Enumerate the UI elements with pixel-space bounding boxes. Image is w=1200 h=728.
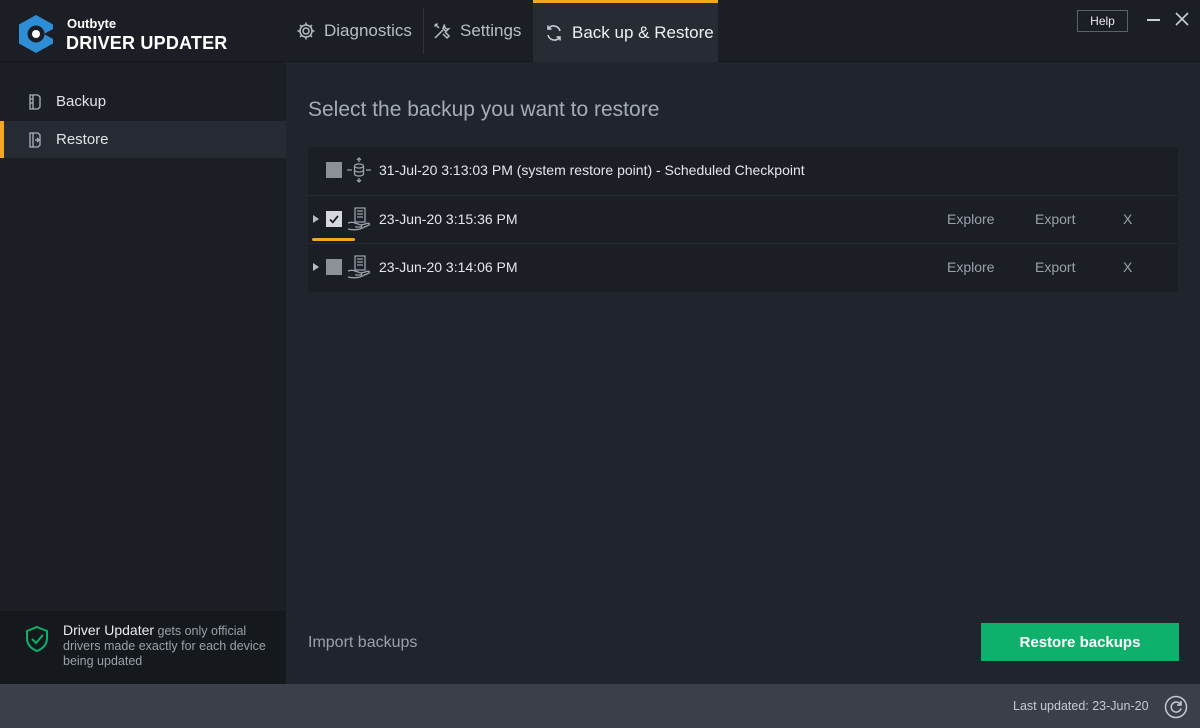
- outbyte-logo-icon: [19, 15, 53, 53]
- tab-backup-restore[interactable]: Back up & Restore: [533, 0, 718, 62]
- tools-icon: [432, 21, 452, 41]
- promo-text: Driver Updater gets only official driver…: [63, 623, 273, 669]
- tab-diagnostics-label: Diagnostics: [324, 21, 412, 40]
- backup-row[interactable]: 23-Jun-20 3:15:36 PM Explore Export X: [308, 195, 1178, 243]
- sidebar-item-backup-label: Backup: [56, 93, 107, 110]
- backup-label: 31-Jul-20 3:13:03 PM (system restore poi…: [379, 162, 805, 178]
- tab-backup-restore-label: Back up & Restore: [572, 22, 714, 42]
- driver-backup-icon: [347, 207, 371, 231]
- backup-row-restore-point[interactable]: 31-Jul-20 3:13:03 PM (system restore poi…: [308, 147, 1178, 195]
- sidebar-item-restore[interactable]: Restore: [0, 121, 286, 158]
- sidebar: Backup Restore Driver Updater gets only …: [0, 62, 286, 684]
- brand-name-big: DRIVER UPDATER: [66, 33, 228, 53]
- sync-icon: [544, 23, 564, 43]
- page-title: Select the backup you want to restore: [308, 98, 660, 121]
- app-logo: Outbyte DRIVER UPDATER: [16, 12, 276, 54]
- backup-label: 23-Jun-20 3:14:06 PM: [379, 259, 518, 275]
- last-updated-text: Last updated: 23-Jun-20: [1013, 699, 1149, 713]
- minimize-button[interactable]: [1145, 10, 1163, 28]
- restore-icon: [26, 131, 44, 149]
- sidebar-item-backup[interactable]: Backup: [0, 83, 286, 120]
- import-backups-link[interactable]: Import backups: [308, 634, 417, 652]
- refresh-icon: [1164, 695, 1188, 719]
- backup-label: 23-Jun-20 3:15:36 PM: [379, 211, 518, 227]
- delete-backup-button[interactable]: X: [1123, 259, 1132, 275]
- promo-panel: Driver Updater gets only official driver…: [0, 611, 286, 684]
- close-button[interactable]: [1173, 10, 1191, 28]
- top-bar: Outbyte DRIVER UPDATER Diagnostics Setti…: [0, 0, 1200, 62]
- close-icon: [1175, 12, 1189, 26]
- driver-backup-icon: [347, 255, 371, 279]
- expand-arrow-icon[interactable]: [313, 263, 319, 271]
- checkmark-icon: [329, 215, 339, 224]
- delete-backup-button[interactable]: X: [1123, 211, 1132, 227]
- restore-backups-button[interactable]: Restore backups: [981, 623, 1179, 661]
- tab-settings-label: Settings: [460, 21, 522, 40]
- expand-arrow-icon[interactable]: [313, 215, 319, 223]
- export-link[interactable]: Export: [1035, 211, 1075, 227]
- gear-icon: [296, 21, 316, 41]
- tab-settings[interactable]: Settings: [432, 0, 532, 62]
- backup-list: 31-Jul-20 3:13:03 PM (system restore poi…: [308, 147, 1178, 292]
- restore-point-icon: [347, 157, 371, 183]
- shield-check-icon: [26, 625, 48, 653]
- backup-checkbox[interactable]: [326, 211, 342, 227]
- backup-checkbox[interactable]: [326, 162, 342, 178]
- explore-link[interactable]: Explore: [947, 211, 994, 227]
- tab-diagnostics[interactable]: Diagnostics: [296, 0, 420, 62]
- explore-link[interactable]: Explore: [947, 259, 994, 275]
- brand-name-small: Outbyte: [67, 16, 117, 31]
- backup-icon: [26, 93, 44, 111]
- selection-indicator: [312, 238, 355, 241]
- backup-row[interactable]: 23-Jun-20 3:14:06 PM Explore Export X: [308, 243, 1178, 292]
- refresh-button[interactable]: [1164, 695, 1188, 719]
- help-button[interactable]: Help: [1077, 10, 1128, 32]
- backup-checkbox[interactable]: [326, 259, 342, 275]
- export-link[interactable]: Export: [1035, 259, 1075, 275]
- tab-divider: [423, 8, 424, 54]
- sidebar-item-restore-label: Restore: [56, 131, 109, 148]
- status-bar: Last updated: 23-Jun-20: [0, 684, 1200, 728]
- promo-highlight: Driver Updater: [63, 622, 155, 638]
